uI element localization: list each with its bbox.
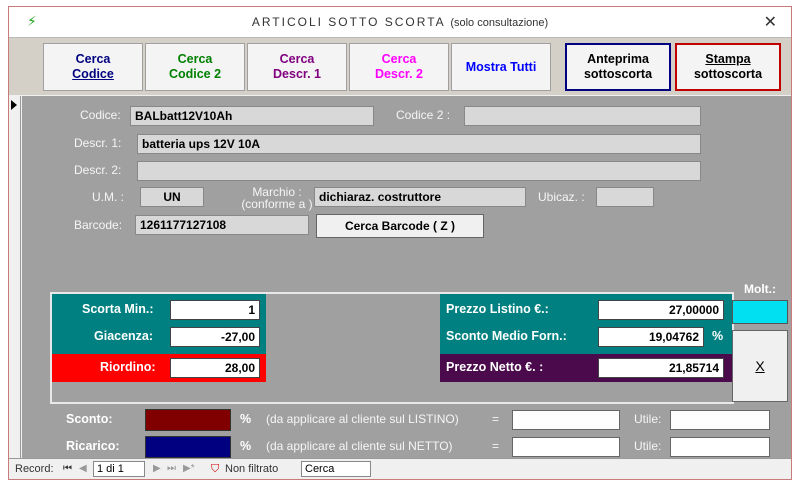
sconto-medio-field[interactable]: 19,04762: [598, 327, 704, 347]
record-label: Record:: [15, 463, 54, 475]
anteprima-line1: Anteprima: [587, 52, 649, 66]
record-number-field[interactable]: 1 di 1: [93, 461, 145, 477]
descr1-field[interactable]: batteria ups 12V 10A: [137, 134, 701, 154]
cerca-codice2-line2: Codice 2: [168, 67, 222, 81]
title-bar: ⚡ ARTICOLI SOTTO SCORTA (solo consultazi…: [9, 7, 791, 37]
anteprima-line2: sottoscorta: [583, 67, 653, 81]
descr2-field[interactable]: [137, 161, 701, 181]
sconto-utile-field[interactable]: [670, 410, 770, 430]
new-record-icon[interactable]: ▶*: [183, 463, 195, 474]
window-subtitle: (solo consultazione): [450, 17, 549, 29]
sconto-note: (da applicare al cliente sul LISTINO): [266, 412, 459, 426]
cerca-codice-line2: Codice: [72, 67, 114, 81]
codice2-field[interactable]: [464, 106, 701, 126]
um-field[interactable]: UN: [140, 187, 204, 207]
giacenza-field[interactable]: -27,00: [170, 327, 260, 347]
cerca-codice-line1: Cerca: [75, 52, 111, 66]
prezzo-netto-label: Prezzo Netto €. :: [446, 360, 544, 374]
ubicaz-field[interactable]: [596, 187, 654, 207]
cerca-codice2-line1: Cerca: [177, 52, 213, 66]
filter-icon[interactable]: ⛉: [211, 463, 219, 476]
ricarico-note: (da applicare al cliente sul NETTO): [266, 439, 453, 453]
sconto-result-field[interactable]: [512, 410, 620, 430]
ricarico-percent: %: [240, 439, 252, 453]
sconto-medio-label: Sconto Medio Forn.:: [446, 329, 567, 343]
filter-status-label[interactable]: Non filtrato: [225, 463, 278, 475]
descr2-label: Descr. 2:: [74, 163, 122, 177]
um-label: U.M. :: [92, 190, 124, 204]
ricarico-utile-field[interactable]: [670, 437, 770, 457]
riordino-field[interactable]: 28,00: [170, 358, 260, 378]
sconto-label: Sconto:: [66, 412, 113, 426]
stampa-sottoscorta-button[interactable]: Stampa sottoscorta: [675, 43, 781, 91]
window-title: ARTICOLI SOTTO SCORTA (solo consultazion…: [9, 15, 791, 29]
record-navigation-bar: Record: ⏮ ◀ 1 di 1 ▶ ⏭ ▶* ⛉ Non filtrato…: [9, 458, 791, 479]
form-window: ⚡ ARTICOLI SOTTO SCORTA (solo consultazi…: [8, 6, 792, 480]
ricarico-equals: =: [492, 439, 500, 453]
cerca-descr1-line2: Descr. 1: [273, 67, 321, 81]
sconto-percent: %: [240, 412, 252, 426]
cerca-descr1-button[interactable]: Cerca Descr. 1: [247, 43, 347, 91]
mostra-tutti-label: Mostra Tutti: [465, 59, 537, 74]
stampa-line2: sottoscorta: [693, 67, 763, 81]
mostra-tutti-button[interactable]: Mostra Tutti: [451, 43, 551, 91]
giacenza-label: Giacenza:: [94, 329, 154, 343]
descr1-label: Descr. 1:: [74, 136, 122, 150]
ricarico-field[interactable]: [145, 436, 231, 458]
sconto-equals: =: [492, 412, 500, 426]
next-record-icon[interactable]: ▶: [153, 463, 161, 474]
barcode-label: Barcode:: [74, 218, 123, 232]
cerca-codice2-button[interactable]: Cerca Codice 2: [145, 43, 245, 91]
detail-section: Codice: BALbatt12V10Ah Codice 2 : Descr.…: [22, 96, 791, 458]
riordino-label: Riordino:: [100, 360, 156, 374]
stock-panel: Scorta Min.: 1 Giacenza: -27,00 Riordino…: [50, 292, 734, 404]
current-record-icon: [11, 100, 17, 110]
toolbar: Cerca Codice Cerca Codice 2 Cerca Descr. 1 …: [9, 37, 791, 95]
cerca-descr2-line1: Cerca: [381, 52, 417, 66]
first-record-icon[interactable]: ⏮: [63, 463, 72, 474]
codice2-label: Codice 2 :: [396, 108, 451, 122]
molt-label: Molt.:: [744, 282, 776, 296]
stampa-line1: Stampa: [705, 52, 751, 66]
barcode-field[interactable]: 1261177127108: [135, 215, 309, 235]
cerca-descr2-button[interactable]: Cerca Descr. 2: [349, 43, 449, 91]
ubicaz-label: Ubicaz. :: [538, 190, 585, 204]
cerca-codice-button[interactable]: Cerca Codice: [43, 43, 143, 91]
scorta-min-label: Scorta Min.:: [82, 302, 154, 316]
record-selector[interactable]: [9, 96, 21, 458]
last-record-icon[interactable]: ⏭: [167, 463, 176, 474]
marchio-field[interactable]: dichiaraz. costruttore: [314, 187, 526, 207]
ricarico-result-field[interactable]: [512, 437, 620, 457]
prezzo-netto-field[interactable]: 21,85714: [598, 358, 724, 378]
codice-field[interactable]: BALbatt12V10Ah: [130, 106, 374, 126]
prezzo-listino-field[interactable]: 27,00000: [598, 300, 724, 320]
sconto-field[interactable]: [145, 409, 231, 431]
prev-record-icon[interactable]: ◀: [79, 463, 87, 474]
search-field[interactable]: Cerca: [301, 461, 371, 477]
ricarico-utile-label: Utile:: [634, 439, 662, 453]
marchio-label-line2: (conforme a ): [241, 197, 313, 211]
molt-field[interactable]: [732, 300, 788, 324]
ricarico-label: Ricarico:: [66, 439, 120, 453]
anteprima-sottoscorta-button[interactable]: Anteprima sottoscorta: [565, 43, 671, 91]
sconto-utile-label: Utile:: [634, 412, 662, 426]
prezzo-listino-label: Prezzo Listino €.:: [446, 302, 549, 316]
x-button[interactable]: X: [732, 330, 788, 402]
close-icon[interactable]: ✕: [764, 12, 777, 32]
cerca-barcode-button[interactable]: Cerca Barcode ( Z ): [316, 214, 484, 238]
codice-label: Codice:: [80, 108, 121, 122]
cerca-descr1-line1: Cerca: [279, 52, 315, 66]
scorta-min-field[interactable]: 1: [170, 300, 260, 320]
window-title-text: ARTICOLI SOTTO SCORTA: [251, 15, 445, 29]
cerca-descr2-line2: Descr. 2: [375, 67, 423, 81]
marchio-label: Marchio : (conforme a ): [234, 186, 320, 210]
sconto-medio-percent: %: [712, 329, 724, 343]
